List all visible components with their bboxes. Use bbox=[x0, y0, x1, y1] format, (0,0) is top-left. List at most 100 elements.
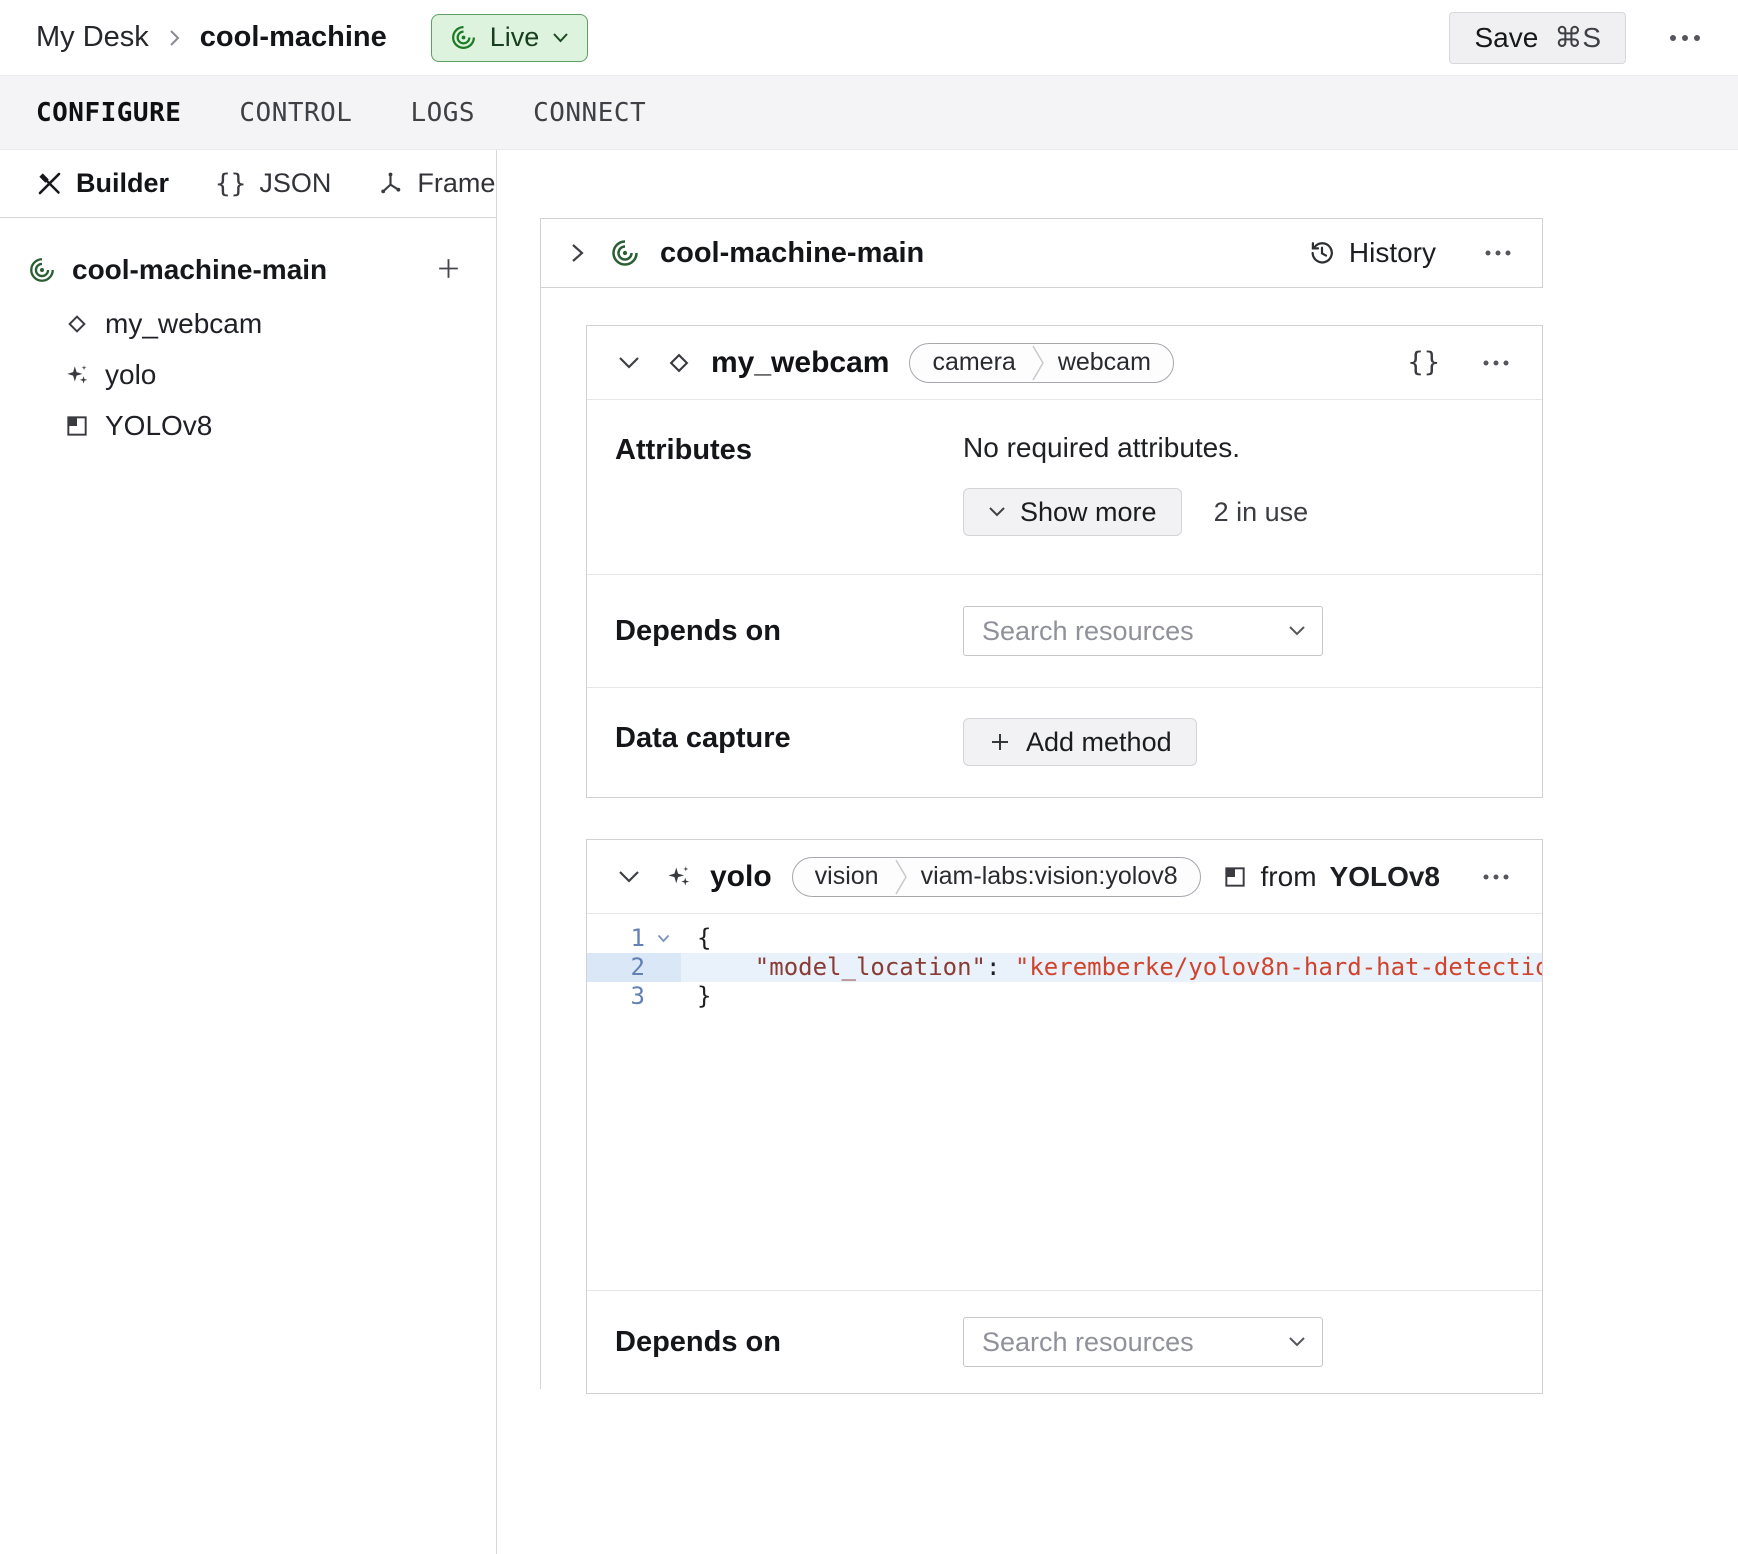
tab-configure[interactable]: CONFIGURE bbox=[36, 98, 181, 128]
axes-icon bbox=[377, 170, 404, 197]
config-workspace: cool-machine-main History bbox=[497, 150, 1738, 1554]
code-content[interactable]: "model_location": "keremberke/yolov8n-ha… bbox=[681, 953, 1542, 982]
select-placeholder: Search resources bbox=[982, 616, 1194, 647]
code-line-active[interactable]: 2 "model_location": "keremberke/yolov8n-… bbox=[587, 953, 1542, 982]
chevron-down-icon bbox=[1288, 625, 1306, 637]
line-number: 1 bbox=[587, 924, 645, 953]
webcam-more-button[interactable] bbox=[1480, 358, 1512, 368]
ellipsis-icon bbox=[1480, 358, 1512, 368]
yolo-card-actions: from YOLOv8 bbox=[1222, 861, 1512, 893]
content-area: Builder {} JSON Frame bbox=[0, 150, 1738, 1554]
mode-tab-frame[interactable]: Frame bbox=[377, 168, 495, 199]
data-capture-row: Data capture Add method bbox=[587, 688, 1542, 797]
json-separator: : bbox=[986, 953, 1015, 981]
ellipsis-icon bbox=[1482, 248, 1514, 258]
depends-on-select[interactable]: Search resources bbox=[963, 1317, 1323, 1367]
badge-divider-chevron-icon bbox=[1030, 344, 1046, 382]
tree-root-item[interactable]: cool-machine-main bbox=[0, 242, 496, 298]
config-sidebar: Builder {} JSON Frame bbox=[0, 150, 497, 1554]
collapse-chevron-down-icon[interactable] bbox=[617, 869, 641, 884]
fold-spacer bbox=[645, 982, 681, 1011]
breadcrumb-root-link[interactable]: My Desk bbox=[36, 21, 149, 54]
json-string-value: "keremberke/yolov8n-hard-hat-detection" bbox=[1015, 953, 1542, 981]
save-shortcut: ⌘S bbox=[1554, 21, 1601, 54]
tree-item-label: my_webcam bbox=[105, 308, 262, 340]
select-placeholder: Search resources bbox=[982, 1327, 1194, 1358]
mode-tab-json[interactable]: {} JSON bbox=[215, 168, 331, 199]
header-actions: Save ⌘S bbox=[1449, 12, 1702, 64]
mode-tab-builder[interactable]: Builder bbox=[36, 168, 169, 199]
live-status-button[interactable]: Live bbox=[431, 14, 589, 62]
code-content[interactable]: } bbox=[681, 982, 1542, 1011]
collapse-chevron-down-icon[interactable] bbox=[617, 355, 641, 370]
from-label: from bbox=[1261, 861, 1317, 893]
mode-tab-label: Frame bbox=[417, 168, 495, 199]
code-line[interactable]: 1{ bbox=[587, 924, 1542, 953]
sparkles-service-icon bbox=[665, 863, 692, 890]
json-view-button[interactable]: {} bbox=[1407, 347, 1440, 378]
mode-tab-label: JSON bbox=[259, 168, 331, 199]
header-more-button[interactable] bbox=[1668, 32, 1702, 44]
tab-control[interactable]: CONTROL bbox=[239, 98, 352, 128]
chevron-right-icon bbox=[167, 26, 182, 50]
ellipsis-icon bbox=[1480, 872, 1512, 882]
tab-logs[interactable]: LOGS bbox=[410, 98, 475, 128]
sparkles-service-icon bbox=[64, 362, 90, 388]
attributes-label: Attributes bbox=[615, 430, 963, 544]
machine-part-icon bbox=[28, 256, 56, 284]
model-badge-label: viam-labs:vision:yolov8 bbox=[909, 862, 1200, 891]
module-icon bbox=[64, 413, 90, 439]
webcam-card-actions: {} bbox=[1407, 347, 1512, 378]
attributes-row: Attributes No required attributes. Show … bbox=[587, 400, 1542, 575]
webcam-component-card: my_webcam camera webcam {} bbox=[586, 325, 1543, 798]
history-label: History bbox=[1349, 237, 1436, 269]
machine-tree: cool-machine-main my_webcam bbox=[0, 218, 496, 451]
attributes-code-editor[interactable]: 1{ 2 "model_location": "keremberke/yolov… bbox=[587, 914, 1542, 1291]
chevron-down-icon bbox=[552, 32, 569, 44]
tree-root-label: cool-machine-main bbox=[72, 254, 327, 286]
expand-part-chevron-right-icon[interactable] bbox=[569, 240, 586, 266]
component-title: my_webcam bbox=[711, 346, 889, 380]
data-capture-label: Data capture bbox=[615, 718, 963, 767]
attributes-empty-text: No required attributes. bbox=[963, 432, 1514, 464]
tree-item-my-webcam[interactable]: my_webcam bbox=[0, 298, 496, 349]
yolo-more-button[interactable] bbox=[1480, 872, 1512, 882]
tools-icon bbox=[36, 170, 63, 197]
tab-connect[interactable]: CONNECT bbox=[533, 98, 646, 128]
fold-chevron-icon[interactable] bbox=[645, 924, 681, 953]
diamond-component-icon bbox=[665, 349, 693, 377]
tree-item-yolo[interactable]: yolo bbox=[0, 349, 496, 400]
service-type-badge: vision viam-labs:vision:yolov8 bbox=[792, 857, 1201, 897]
save-label: Save bbox=[1474, 22, 1538, 54]
tree-item-yolov8[interactable]: YOLOv8 bbox=[0, 400, 496, 451]
line-number: 2 bbox=[587, 953, 645, 982]
add-component-button[interactable] bbox=[435, 255, 462, 285]
part-more-button[interactable] bbox=[1482, 248, 1514, 258]
show-more-button[interactable]: Show more bbox=[963, 488, 1182, 536]
tree-item-label: yolo bbox=[105, 359, 156, 391]
webcam-card-header: my_webcam camera webcam {} bbox=[587, 326, 1542, 400]
code-content[interactable]: { bbox=[681, 924, 1542, 953]
main-nav-tabs: CONFIGURE CONTROL LOGS CONNECT bbox=[0, 76, 1738, 150]
live-signal-icon bbox=[450, 24, 477, 51]
yolo-depends-on-row: Depends on Search resources bbox=[587, 1291, 1542, 1393]
plus-icon bbox=[988, 730, 1012, 754]
viam-machine-page: My Desk cool-machine Live Save ⌘ bbox=[0, 0, 1738, 1554]
plus-icon bbox=[435, 255, 462, 282]
code-line[interactable]: 3} bbox=[587, 982, 1542, 1011]
attributes-in-use-count: 2 in use bbox=[1214, 497, 1309, 528]
depends-on-row: Depends on Search resources bbox=[587, 575, 1542, 688]
yolo-service-card: yolo vision viam-labs:vision:yolov8 bbox=[586, 839, 1543, 1394]
tree-item-label: YOLOv8 bbox=[105, 410, 212, 442]
add-method-button[interactable]: Add method bbox=[963, 718, 1197, 766]
depends-on-select[interactable]: Search resources bbox=[963, 606, 1323, 656]
breadcrumb: My Desk cool-machine bbox=[36, 21, 387, 54]
history-icon bbox=[1308, 239, 1336, 267]
tree-connector-line bbox=[540, 288, 541, 1389]
history-button[interactable]: History bbox=[1308, 237, 1436, 269]
badge-divider-chevron-icon bbox=[893, 858, 909, 896]
save-button[interactable]: Save ⌘S bbox=[1449, 12, 1626, 64]
yolo-card-header: yolo vision viam-labs:vision:yolov8 bbox=[587, 840, 1542, 914]
machine-part-icon bbox=[610, 238, 640, 268]
mode-tab-label: Builder bbox=[76, 168, 169, 199]
